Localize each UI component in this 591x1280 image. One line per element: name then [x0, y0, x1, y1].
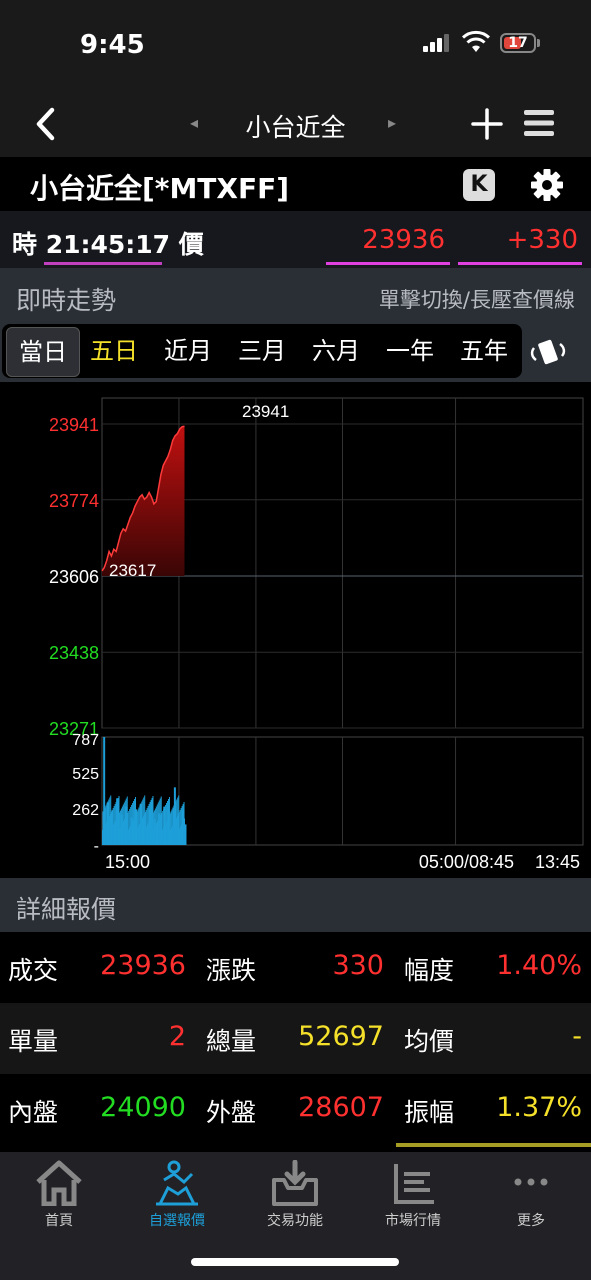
intraday-chart[interactable]: 2394123774236062343823271239412361778752…: [0, 382, 591, 878]
tab-near-month[interactable]: 近月: [153, 324, 223, 378]
detail-label: 成交: [8, 956, 59, 985]
time-underline: [44, 262, 162, 265]
detail-row-2: 單量 2 總量 52697 均價 -: [0, 1003, 591, 1074]
volume-tick-label: 525: [72, 766, 99, 783]
favorites-icon: [156, 1160, 198, 1206]
battery-level: 17: [508, 35, 528, 51]
tab-five-day[interactable]: 五日: [79, 324, 149, 378]
detail-value-pct: 1.40%: [496, 950, 582, 981]
time-tick-label: 13:45: [535, 852, 580, 872]
trade-icon: [272, 1160, 318, 1206]
volume-tick-label: 262: [72, 802, 99, 819]
detail-value-volume: 52697: [298, 1021, 384, 1052]
price-tick-label: 23774: [49, 491, 99, 511]
tabbar-label: 自選報價: [149, 1213, 205, 1229]
tabbar-label: 市場行情: [385, 1213, 441, 1229]
time-tick-label: 05:00/08:45: [419, 852, 514, 872]
min-price-label: 23617: [109, 561, 156, 580]
detail-label: 單量: [8, 1027, 59, 1056]
max-price-label: 23941: [242, 402, 289, 421]
detail-title: 詳細報價: [16, 895, 117, 924]
gear-icon[interactable]: [530, 168, 564, 202]
tab-five-year[interactable]: 五年: [449, 324, 519, 378]
detail-label: 幅度: [404, 956, 455, 985]
tab-today[interactable]: 當日: [6, 327, 80, 377]
volume-tick-label: -: [94, 838, 99, 855]
detail-label: 總量: [206, 1027, 257, 1056]
detail-label: 漲跌: [206, 956, 257, 985]
battery-icon: 17: [500, 33, 536, 53]
status-time: 9:45: [80, 30, 145, 60]
battery-tip: [537, 39, 540, 47]
detail-label: 振幅: [404, 1098, 455, 1127]
tabbar-label: 首頁: [45, 1213, 73, 1229]
detail-value-amplitude: 1.37%: [496, 1092, 582, 1123]
tabbar-label: 交易功能: [267, 1213, 323, 1229]
volume-tick-label: 787: [72, 732, 99, 749]
tab-one-year[interactable]: 一年: [375, 324, 445, 378]
detail-label: 外盤: [206, 1098, 257, 1127]
product-title: 小台近全[*MTXFF]: [30, 172, 290, 205]
k-chart-button[interactable]: K: [463, 169, 495, 201]
market-icon: [394, 1164, 434, 1204]
volume-bar: [184, 818, 186, 845]
wifi-icon: [461, 30, 491, 52]
add-icon[interactable]: [470, 107, 504, 141]
next-product-arrow[interactable]: ▸: [388, 113, 396, 132]
price-tick-label: 23941: [49, 415, 99, 435]
scroll-indicator: [396, 1143, 591, 1147]
price-tick-label: 23438: [49, 643, 99, 663]
price-tick-label: 23606: [49, 567, 99, 587]
trend-title: 即時走勢: [16, 286, 117, 315]
detail-row-3: 內盤 24090 外盤 28607 振幅 1.37%: [0, 1074, 591, 1147]
change-underline: [458, 262, 582, 265]
detail-value-outer: 28607: [298, 1092, 384, 1123]
tabbar-label: 更多: [517, 1213, 545, 1229]
home-indicator: [191, 1258, 399, 1266]
tab-six-month[interactable]: 六月: [301, 324, 371, 378]
more-icon: [514, 1178, 548, 1186]
quote-time: 時 21:45:17 價: [12, 230, 204, 259]
quote-change: +330: [506, 225, 578, 255]
detail-value-lot: 2: [168, 1021, 186, 1052]
quote-price: 23936: [362, 225, 445, 255]
tab-three-month[interactable]: 三月: [227, 324, 297, 378]
detail-value-deal: 23936: [100, 950, 186, 981]
home-icon: [36, 1160, 82, 1206]
detail-label: 均價: [404, 1027, 455, 1056]
rotate-screen-icon[interactable]: [530, 338, 566, 366]
price-underline: [326, 262, 450, 265]
detail-value-inner: 24090: [100, 1092, 186, 1123]
signal-icon: [423, 34, 451, 52]
detail-row-1: 成交 23936 漲跌 330 幅度 1.40%: [0, 932, 591, 1003]
detail-value-change: 330: [332, 950, 384, 981]
time-tick-label: 15:00: [105, 852, 150, 872]
menu-icon[interactable]: [523, 108, 555, 138]
detail-value-avg: -: [572, 1021, 582, 1052]
detail-label: 內盤: [8, 1098, 59, 1127]
trend-hint: 單擊切換/長壓查價線: [378, 288, 575, 312]
